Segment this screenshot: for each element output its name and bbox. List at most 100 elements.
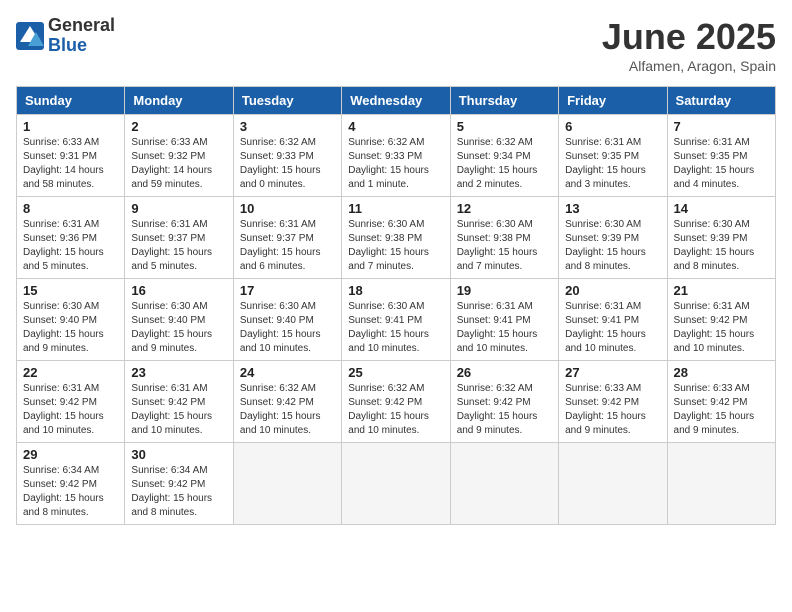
calendar-cell: 4 Sunrise: 6:32 AM Sunset: 9:33 PM Daylig…: [342, 115, 450, 197]
day-detail: Sunrise: 6:30 AM Sunset: 9:38 PM Dayligh…: [457, 218, 552, 274]
calendar-cell: 23 Sunrise: 6:31 AM Sunset: 9:42 PM Dayli…: [125, 361, 233, 443]
day-number: 30: [131, 447, 226, 462]
col-sunday: Sunday: [17, 87, 125, 115]
calendar-week-3: 22 Sunrise: 6:31 AM Sunset: 9:42 PM Dayli…: [17, 361, 776, 443]
day-detail: Sunrise: 6:32 AM Sunset: 9:42 PM Dayligh…: [457, 382, 552, 438]
calendar-table: Sunday Monday Tuesday Wednesday Thursday…: [16, 86, 776, 525]
day-number: 17: [240, 283, 335, 298]
day-number: 1: [23, 119, 118, 134]
calendar-cell: [342, 443, 450, 525]
title-area: June 2025 Alfamen, Aragon, Spain: [602, 16, 776, 74]
calendar-week-0: 1 Sunrise: 6:33 AM Sunset: 9:31 PM Daylig…: [17, 115, 776, 197]
calendar-cell: 26 Sunrise: 6:32 AM Sunset: 9:42 PM Dayli…: [450, 361, 558, 443]
day-number: 3: [240, 119, 335, 134]
day-number: 26: [457, 365, 552, 380]
calendar-cell: 8 Sunrise: 6:31 AM Sunset: 9:36 PM Daylig…: [17, 197, 125, 279]
day-number: 25: [348, 365, 443, 380]
logo: General Blue: [16, 16, 115, 56]
month-title: June 2025: [602, 16, 776, 58]
day-detail: Sunrise: 6:34 AM Sunset: 9:42 PM Dayligh…: [23, 464, 118, 520]
day-number: 24: [240, 365, 335, 380]
day-detail: Sunrise: 6:30 AM Sunset: 9:40 PM Dayligh…: [240, 300, 335, 356]
calendar-cell: 27Sunrise: 6:33 AM Sunset: 9:42 PM Dayli…: [559, 361, 667, 443]
day-detail: Sunrise: 6:30 AM Sunset: 9:38 PM Dayligh…: [348, 218, 443, 274]
col-saturday: Saturday: [667, 87, 775, 115]
day-number: 7: [674, 119, 769, 134]
calendar-cell: 17 Sunrise: 6:30 AM Sunset: 9:40 PM Dayli…: [233, 279, 341, 361]
calendar-cell: 14 Sunrise: 6:30 AM Sunset: 9:39 PM Dayli…: [667, 197, 775, 279]
day-number: 2: [131, 119, 226, 134]
day-detail: Sunrise: 6:30 AM Sunset: 9:41 PM Dayligh…: [348, 300, 443, 356]
calendar-cell: 18 Sunrise: 6:30 AM Sunset: 9:41 PM Dayli…: [342, 279, 450, 361]
calendar-cell: 10 Sunrise: 6:31 AM Sunset: 9:37 PM Dayli…: [233, 197, 341, 279]
calendar-header-row: Sunday Monday Tuesday Wednesday Thursday…: [17, 87, 776, 115]
calendar-cell: 13Sunrise: 6:30 AM Sunset: 9:39 PM Dayli…: [559, 197, 667, 279]
calendar-week-1: 8 Sunrise: 6:31 AM Sunset: 9:36 PM Daylig…: [17, 197, 776, 279]
calendar-cell: 25 Sunrise: 6:32 AM Sunset: 9:42 PM Dayli…: [342, 361, 450, 443]
day-number: 19: [457, 283, 552, 298]
page-header: General Blue June 2025 Alfamen, Aragon, …: [16, 16, 776, 74]
day-number: 11: [348, 201, 443, 216]
day-detail: Sunrise: 6:31 AM Sunset: 9:41 PM Dayligh…: [457, 300, 552, 356]
day-detail: Sunrise: 6:31 AM Sunset: 9:36 PM Dayligh…: [23, 218, 118, 274]
col-monday: Monday: [125, 87, 233, 115]
day-detail: Sunrise: 6:31 AM Sunset: 9:37 PM Dayligh…: [131, 218, 226, 274]
calendar-cell: 20 Sunrise: 6:31 AM Sunset: 9:41 PM Dayli…: [559, 279, 667, 361]
logo-icon: [16, 22, 44, 50]
calendar-cell: 29 Sunrise: 6:34 AM Sunset: 9:42 PM Dayli…: [17, 443, 125, 525]
calendar-cell: 1 Sunrise: 6:33 AM Sunset: 9:31 PM Daylig…: [17, 115, 125, 197]
day-number: 15: [23, 283, 118, 298]
calendar-week-2: 15 Sunrise: 6:30 AM Sunset: 9:40 PM Dayli…: [17, 279, 776, 361]
calendar-cell: [450, 443, 558, 525]
calendar-cell: 15Sunrise: 6:30 AM Sunset: 9:40 PM Dayli…: [17, 279, 125, 361]
day-number: 23: [131, 365, 226, 380]
day-number: 21: [674, 283, 769, 298]
day-detail: Sunrise: 6:31 AM Sunset: 9:41 PM Dayligh…: [565, 300, 660, 356]
calendar-cell: 6Sunrise: 6:31 AM Sunset: 9:35 PM Daylig…: [559, 115, 667, 197]
calendar-cell: [667, 443, 775, 525]
calendar-cell: [559, 443, 667, 525]
day-detail: Sunrise: 6:31 AM Sunset: 9:42 PM Dayligh…: [23, 382, 118, 438]
col-wednesday: Wednesday: [342, 87, 450, 115]
calendar-cell: 2 Sunrise: 6:33 AM Sunset: 9:32 PM Daylig…: [125, 115, 233, 197]
location-text: Alfamen, Aragon, Spain: [602, 58, 776, 74]
day-number: 16: [131, 283, 226, 298]
day-detail: Sunrise: 6:32 AM Sunset: 9:33 PM Dayligh…: [348, 136, 443, 192]
day-detail: Sunrise: 6:30 AM Sunset: 9:39 PM Dayligh…: [674, 218, 769, 274]
day-number: 22: [23, 365, 118, 380]
day-number: 10: [240, 201, 335, 216]
day-number: 4: [348, 119, 443, 134]
calendar-week-4: 29 Sunrise: 6:34 AM Sunset: 9:42 PM Dayli…: [17, 443, 776, 525]
calendar-cell: 3 Sunrise: 6:32 AM Sunset: 9:33 PM Daylig…: [233, 115, 341, 197]
day-number: 13: [565, 201, 660, 216]
col-friday: Friday: [559, 87, 667, 115]
calendar-cell: 9 Sunrise: 6:31 AM Sunset: 9:37 PM Daylig…: [125, 197, 233, 279]
day-detail: Sunrise: 6:31 AM Sunset: 9:42 PM Dayligh…: [131, 382, 226, 438]
day-detail: Sunrise: 6:32 AM Sunset: 9:42 PM Dayligh…: [240, 382, 335, 438]
day-detail: Sunrise: 6:30 AM Sunset: 9:40 PM Dayligh…: [131, 300, 226, 356]
day-number: 28: [674, 365, 769, 380]
day-number: 5: [457, 119, 552, 134]
col-tuesday: Tuesday: [233, 87, 341, 115]
day-detail: Sunrise: 6:33 AM Sunset: 9:42 PM Dayligh…: [674, 382, 769, 438]
day-detail: Sunrise: 6:31 AM Sunset: 9:35 PM Dayligh…: [674, 136, 769, 192]
day-detail: Sunrise: 6:32 AM Sunset: 9:33 PM Dayligh…: [240, 136, 335, 192]
day-number: 20: [565, 283, 660, 298]
day-number: 9: [131, 201, 226, 216]
calendar-cell: 24 Sunrise: 6:32 AM Sunset: 9:42 PM Dayli…: [233, 361, 341, 443]
calendar-cell: 5Sunrise: 6:32 AM Sunset: 9:34 PM Daylig…: [450, 115, 558, 197]
calendar-cell: 16 Sunrise: 6:30 AM Sunset: 9:40 PM Dayli…: [125, 279, 233, 361]
day-number: 29: [23, 447, 118, 462]
day-detail: Sunrise: 6:33 AM Sunset: 9:31 PM Dayligh…: [23, 136, 118, 192]
day-detail: Sunrise: 6:31 AM Sunset: 9:37 PM Dayligh…: [240, 218, 335, 274]
day-detail: Sunrise: 6:31 AM Sunset: 9:42 PM Dayligh…: [674, 300, 769, 356]
day-number: 14: [674, 201, 769, 216]
day-detail: Sunrise: 6:33 AM Sunset: 9:32 PM Dayligh…: [131, 136, 226, 192]
day-detail: Sunrise: 6:34 AM Sunset: 9:42 PM Dayligh…: [131, 464, 226, 520]
day-number: 27: [565, 365, 660, 380]
calendar-cell: 21 Sunrise: 6:31 AM Sunset: 9:42 PM Dayli…: [667, 279, 775, 361]
day-number: 18: [348, 283, 443, 298]
logo-general-text: General: [48, 16, 115, 36]
day-number: 8: [23, 201, 118, 216]
day-detail: Sunrise: 6:32 AM Sunset: 9:42 PM Dayligh…: [348, 382, 443, 438]
